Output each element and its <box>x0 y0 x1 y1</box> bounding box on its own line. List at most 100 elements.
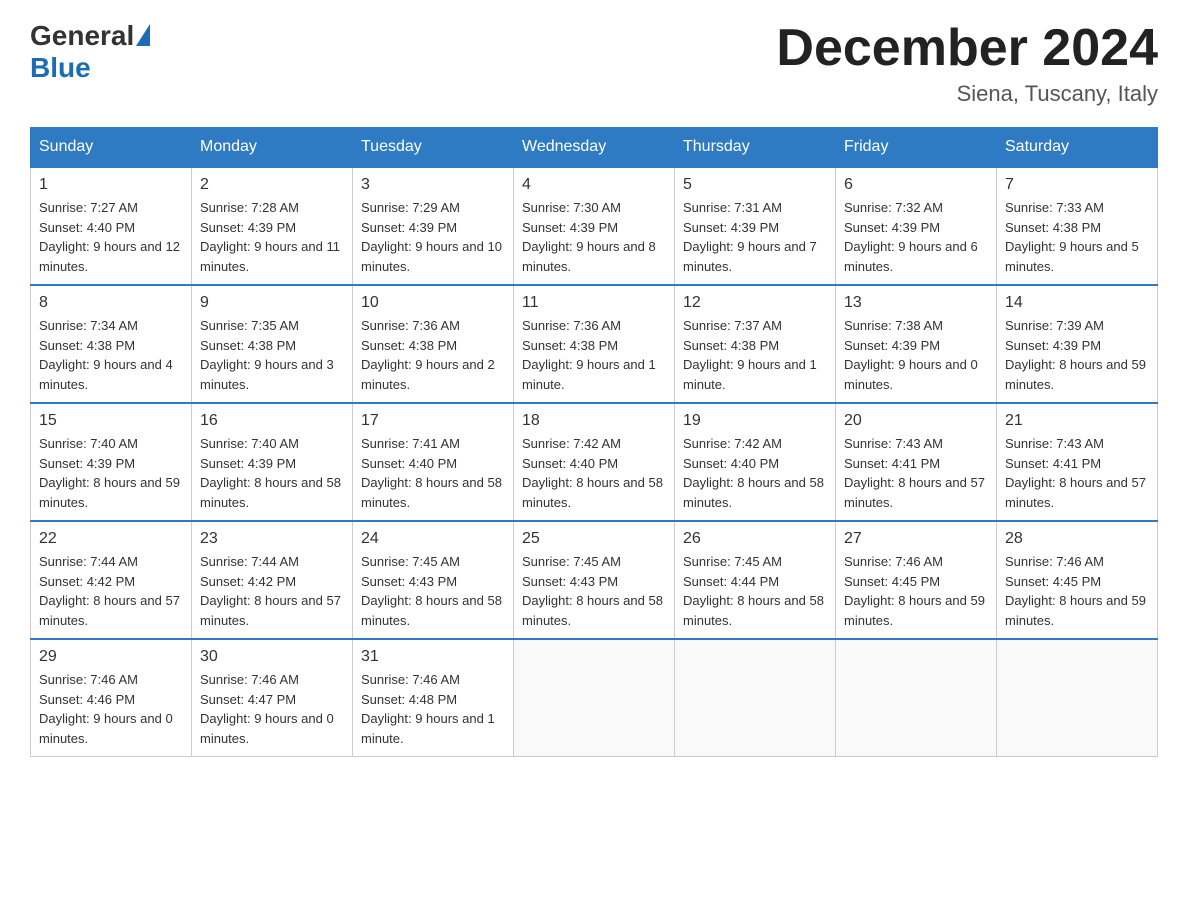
day-header-thursday: Thursday <box>675 128 836 168</box>
day-info: Sunrise: 7:36 AMSunset: 4:38 PMDaylight:… <box>361 316 505 394</box>
calendar-cell: 24 Sunrise: 7:45 AMSunset: 4:43 PMDayligh… <box>353 521 514 639</box>
calendar-cell: 1 Sunrise: 7:27 AMSunset: 4:40 PMDaylight… <box>31 167 192 285</box>
day-info: Sunrise: 7:46 AMSunset: 4:45 PMDaylight:… <box>844 552 988 630</box>
location: Siena, Tuscany, Italy <box>776 81 1158 107</box>
day-number: 24 <box>361 530 505 548</box>
day-number: 5 <box>683 176 827 194</box>
calendar-header-row: SundayMondayTuesdayWednesdayThursdayFrid… <box>31 128 1158 168</box>
day-number: 30 <box>200 648 344 666</box>
page-header: General Blue December 2024 Siena, Tuscan… <box>30 20 1158 107</box>
logo-blue-text: Blue <box>30 52 91 84</box>
calendar-cell: 5 Sunrise: 7:31 AMSunset: 4:39 PMDaylight… <box>675 167 836 285</box>
day-number: 25 <box>522 530 666 548</box>
logo: General Blue <box>30 20 150 84</box>
calendar-cell: 11 Sunrise: 7:36 AMSunset: 4:38 PMDayligh… <box>514 285 675 403</box>
day-info: Sunrise: 7:33 AMSunset: 4:38 PMDaylight:… <box>1005 198 1149 276</box>
day-number: 17 <box>361 412 505 430</box>
day-header-wednesday: Wednesday <box>514 128 675 168</box>
day-info: Sunrise: 7:38 AMSunset: 4:39 PMDaylight:… <box>844 316 988 394</box>
day-info: Sunrise: 7:41 AMSunset: 4:40 PMDaylight:… <box>361 434 505 512</box>
day-info: Sunrise: 7:29 AMSunset: 4:39 PMDaylight:… <box>361 198 505 276</box>
calendar-table: SundayMondayTuesdayWednesdayThursdayFrid… <box>30 127 1158 757</box>
day-info: Sunrise: 7:44 AMSunset: 4:42 PMDaylight:… <box>39 552 183 630</box>
day-info: Sunrise: 7:36 AMSunset: 4:38 PMDaylight:… <box>522 316 666 394</box>
day-number: 9 <box>200 294 344 312</box>
day-number: 11 <box>522 294 666 312</box>
day-info: Sunrise: 7:45 AMSunset: 4:43 PMDaylight:… <box>522 552 666 630</box>
day-info: Sunrise: 7:27 AMSunset: 4:40 PMDaylight:… <box>39 198 183 276</box>
day-number: 27 <box>844 530 988 548</box>
day-number: 14 <box>1005 294 1149 312</box>
calendar-week-row: 1 Sunrise: 7:27 AMSunset: 4:40 PMDaylight… <box>31 167 1158 285</box>
calendar-cell: 28 Sunrise: 7:46 AMSunset: 4:45 PMDayligh… <box>997 521 1158 639</box>
calendar-cell: 23 Sunrise: 7:44 AMSunset: 4:42 PMDayligh… <box>192 521 353 639</box>
title-area: December 2024 Siena, Tuscany, Italy <box>776 20 1158 107</box>
calendar-cell <box>997 639 1158 757</box>
calendar-cell: 30Sunrise: 7:46 AMSunset: 4:47 PMDayligh… <box>192 639 353 757</box>
calendar-cell: 22 Sunrise: 7:44 AMSunset: 4:42 PMDayligh… <box>31 521 192 639</box>
calendar-cell: 19Sunrise: 7:42 AMSunset: 4:40 PMDayligh… <box>675 403 836 521</box>
calendar-week-row: 29 Sunrise: 7:46 AMSunset: 4:46 PMDayligh… <box>31 639 1158 757</box>
calendar-cell: 16 Sunrise: 7:40 AMSunset: 4:39 PMDayligh… <box>192 403 353 521</box>
calendar-cell: 27 Sunrise: 7:46 AMSunset: 4:45 PMDayligh… <box>836 521 997 639</box>
calendar-cell: 6 Sunrise: 7:32 AMSunset: 4:39 PMDaylight… <box>836 167 997 285</box>
calendar-cell: 20 Sunrise: 7:43 AMSunset: 4:41 PMDayligh… <box>836 403 997 521</box>
calendar-cell: 4Sunrise: 7:30 AMSunset: 4:39 PMDaylight… <box>514 167 675 285</box>
calendar-cell: 21Sunrise: 7:43 AMSunset: 4:41 PMDayligh… <box>997 403 1158 521</box>
month-title: December 2024 <box>776 20 1158 77</box>
day-info: Sunrise: 7:35 AMSunset: 4:38 PMDaylight:… <box>200 316 344 394</box>
day-info: Sunrise: 7:31 AMSunset: 4:39 PMDaylight:… <box>683 198 827 276</box>
day-number: 26 <box>683 530 827 548</box>
calendar-cell: 18Sunrise: 7:42 AMSunset: 4:40 PMDayligh… <box>514 403 675 521</box>
calendar-cell: 26 Sunrise: 7:45 AMSunset: 4:44 PMDayligh… <box>675 521 836 639</box>
day-number: 20 <box>844 412 988 430</box>
day-number: 12 <box>683 294 827 312</box>
day-number: 1 <box>39 176 183 194</box>
calendar-cell: 10Sunrise: 7:36 AMSunset: 4:38 PMDayligh… <box>353 285 514 403</box>
day-info: Sunrise: 7:32 AMSunset: 4:39 PMDaylight:… <box>844 198 988 276</box>
day-info: Sunrise: 7:40 AMSunset: 4:39 PMDaylight:… <box>39 434 183 512</box>
logo-triangle-icon <box>136 24 150 46</box>
calendar-cell <box>836 639 997 757</box>
day-info: Sunrise: 7:44 AMSunset: 4:42 PMDaylight:… <box>200 552 344 630</box>
calendar-cell <box>514 639 675 757</box>
day-number: 31 <box>361 648 505 666</box>
calendar-cell: 13 Sunrise: 7:38 AMSunset: 4:39 PMDayligh… <box>836 285 997 403</box>
day-header-tuesday: Tuesday <box>353 128 514 168</box>
day-info: Sunrise: 7:28 AMSunset: 4:39 PMDaylight:… <box>200 198 344 276</box>
day-header-saturday: Saturday <box>997 128 1158 168</box>
day-number: 13 <box>844 294 988 312</box>
day-number: 2 <box>200 176 344 194</box>
day-info: Sunrise: 7:46 AMSunset: 4:46 PMDaylight:… <box>39 670 183 748</box>
day-number: 23 <box>200 530 344 548</box>
day-number: 3 <box>361 176 505 194</box>
day-header-sunday: Sunday <box>31 128 192 168</box>
calendar-cell: 3 Sunrise: 7:29 AMSunset: 4:39 PMDaylight… <box>353 167 514 285</box>
day-info: Sunrise: 7:45 AMSunset: 4:44 PMDaylight:… <box>683 552 827 630</box>
day-number: 21 <box>1005 412 1149 430</box>
day-info: Sunrise: 7:37 AMSunset: 4:38 PMDaylight:… <box>683 316 827 394</box>
calendar-cell: 14 Sunrise: 7:39 AMSunset: 4:39 PMDayligh… <box>997 285 1158 403</box>
calendar-cell: 17 Sunrise: 7:41 AMSunset: 4:40 PMDayligh… <box>353 403 514 521</box>
day-info: Sunrise: 7:40 AMSunset: 4:39 PMDaylight:… <box>200 434 344 512</box>
calendar-cell: 25 Sunrise: 7:45 AMSunset: 4:43 PMDayligh… <box>514 521 675 639</box>
day-number: 28 <box>1005 530 1149 548</box>
day-info: Sunrise: 7:30 AMSunset: 4:39 PMDaylight:… <box>522 198 666 276</box>
day-info: Sunrise: 7:46 AMSunset: 4:48 PMDaylight:… <box>361 670 505 748</box>
day-info: Sunrise: 7:42 AMSunset: 4:40 PMDaylight:… <box>522 434 666 512</box>
day-info: Sunrise: 7:46 AMSunset: 4:45 PMDaylight:… <box>1005 552 1149 630</box>
day-info: Sunrise: 7:45 AMSunset: 4:43 PMDaylight:… <box>361 552 505 630</box>
day-number: 6 <box>844 176 988 194</box>
day-number: 22 <box>39 530 183 548</box>
day-number: 29 <box>39 648 183 666</box>
day-info: Sunrise: 7:39 AMSunset: 4:39 PMDaylight:… <box>1005 316 1149 394</box>
day-info: Sunrise: 7:43 AMSunset: 4:41 PMDaylight:… <box>844 434 988 512</box>
day-header-friday: Friday <box>836 128 997 168</box>
day-number: 16 <box>200 412 344 430</box>
day-header-monday: Monday <box>192 128 353 168</box>
calendar-cell: 9 Sunrise: 7:35 AMSunset: 4:38 PMDaylight… <box>192 285 353 403</box>
calendar-week-row: 15Sunrise: 7:40 AMSunset: 4:39 PMDayligh… <box>31 403 1158 521</box>
calendar-cell: 8Sunrise: 7:34 AMSunset: 4:38 PMDaylight… <box>31 285 192 403</box>
calendar-week-row: 8Sunrise: 7:34 AMSunset: 4:38 PMDaylight… <box>31 285 1158 403</box>
calendar-week-row: 22 Sunrise: 7:44 AMSunset: 4:42 PMDayligh… <box>31 521 1158 639</box>
